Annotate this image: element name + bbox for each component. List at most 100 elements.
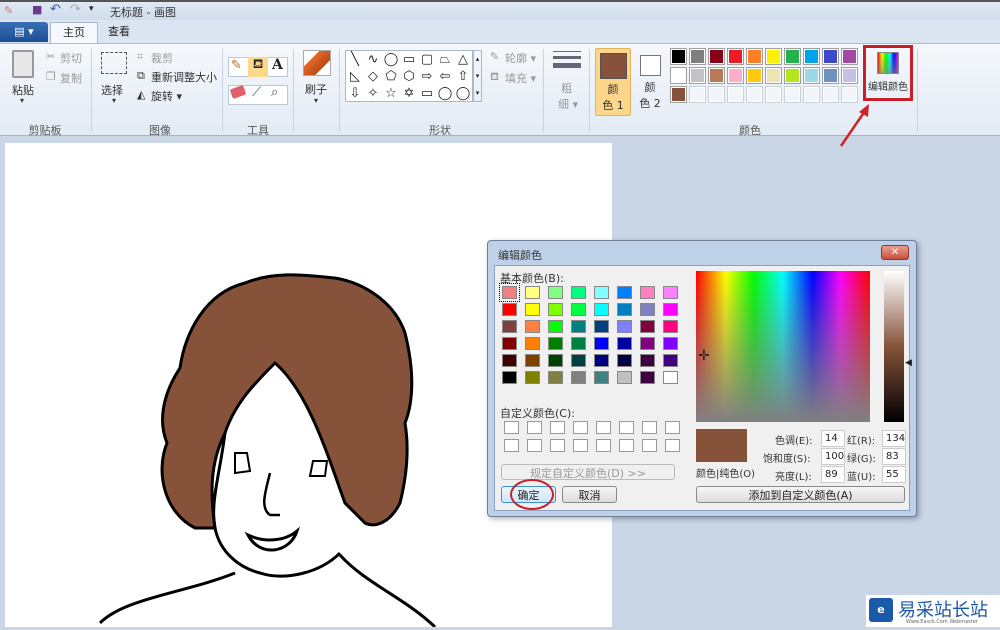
paste-dropdown-icon[interactable]: ▾: [20, 96, 24, 105]
shape-option[interactable]: ∿: [364, 51, 382, 68]
basic-color-swatch[interactable]: [663, 320, 678, 333]
custom-color-slot[interactable]: [619, 439, 634, 452]
custom-color-slot[interactable]: [642, 421, 657, 434]
palette-empty-slot[interactable]: [689, 86, 706, 103]
size-label[interactable]: 粗: [561, 80, 572, 96]
basic-color-swatch[interactable]: [663, 371, 678, 384]
custom-color-slot[interactable]: [596, 421, 611, 434]
shape-option[interactable]: ◇: [364, 68, 382, 85]
save-icon[interactable]: ■: [32, 3, 42, 16]
basic-color-swatch[interactable]: [640, 337, 655, 350]
tab-view[interactable]: 查看: [96, 22, 142, 43]
basic-color-swatch[interactable]: [502, 303, 517, 316]
palette-swatch[interactable]: [822, 48, 839, 65]
basic-color-swatch[interactable]: [571, 337, 586, 350]
basic-color-swatch[interactable]: [525, 371, 540, 384]
color-spectrum[interactable]: ✛: [696, 271, 870, 422]
basic-color-swatch[interactable]: [640, 303, 655, 316]
basic-color-swatch[interactable]: [617, 320, 632, 333]
palette-empty-slot[interactable]: [803, 86, 820, 103]
custom-color-slot[interactable]: [665, 439, 680, 452]
palette-swatch[interactable]: [765, 67, 782, 84]
palette-empty-slot[interactable]: [708, 86, 725, 103]
undo-icon[interactable]: ↶: [50, 2, 61, 17]
basic-color-swatch[interactable]: [594, 354, 609, 367]
shape-option[interactable]: △: [454, 51, 472, 68]
palette-empty-slot[interactable]: [765, 86, 782, 103]
shape-option[interactable]: ▢: [418, 51, 436, 68]
palette-swatch[interactable]: [803, 48, 820, 65]
close-button[interactable]: ✕: [881, 245, 909, 260]
palette-swatch[interactable]: [803, 67, 820, 84]
shape-option[interactable]: ✧: [364, 85, 382, 102]
tab-home[interactable]: 主页: [50, 22, 98, 43]
red-field[interactable]: 134: [882, 430, 906, 447]
basic-color-swatch[interactable]: [640, 371, 655, 384]
palette-swatch[interactable]: [708, 67, 725, 84]
luminance-pointer-icon[interactable]: ◀: [905, 358, 912, 368]
basic-color-swatch[interactable]: [617, 337, 632, 350]
palette-swatch[interactable]: [727, 67, 744, 84]
define-custom-colors-button[interactable]: 规定自定义颜色(D) >>: [501, 464, 675, 480]
basic-color-swatch[interactable]: [525, 303, 540, 316]
shape-option[interactable]: ⇦: [436, 68, 454, 85]
basic-color-swatch[interactable]: [594, 320, 609, 333]
basic-color-swatch[interactable]: [548, 286, 563, 299]
palette-empty-slot[interactable]: [727, 86, 744, 103]
basic-color-swatch[interactable]: [640, 354, 655, 367]
shape-option[interactable]: ✡: [400, 85, 418, 102]
blue-field[interactable]: 55: [882, 466, 906, 483]
file-menu-button[interactable]: ▤ ▾: [0, 22, 48, 42]
pencil-icon[interactable]: ✎: [231, 58, 242, 73]
basic-color-swatch[interactable]: [502, 354, 517, 367]
custom-color-slot[interactable]: [527, 421, 542, 434]
shape-option[interactable]: ◯: [436, 85, 454, 102]
palette-swatch[interactable]: [670, 86, 687, 103]
custom-color-slot[interactable]: [573, 439, 588, 452]
basic-color-swatch[interactable]: [525, 337, 540, 350]
shape-option[interactable]: ⬡: [400, 68, 418, 85]
basic-color-swatch[interactable]: [617, 303, 632, 316]
crop-button[interactable]: 裁剪: [151, 50, 173, 66]
cancel-button[interactable]: 取消: [562, 486, 617, 503]
shape-option[interactable]: ▭: [400, 51, 418, 68]
palette-swatch[interactable]: [765, 48, 782, 65]
basic-color-swatch[interactable]: [663, 337, 678, 350]
basic-color-swatch[interactable]: [502, 371, 517, 384]
basic-color-swatch[interactable]: [525, 354, 540, 367]
basic-color-swatch[interactable]: [594, 303, 609, 316]
basic-color-swatch[interactable]: [548, 320, 563, 333]
luminance-slider[interactable]: [884, 271, 904, 422]
shape-option[interactable]: ☆: [382, 85, 400, 102]
basic-color-swatch[interactable]: [548, 354, 563, 367]
basic-color-swatch[interactable]: [571, 371, 586, 384]
fill-button[interactable]: 填充 ▾: [505, 70, 536, 86]
palette-swatch[interactable]: [746, 67, 763, 84]
custom-color-slot[interactable]: [596, 439, 611, 452]
basic-color-swatch[interactable]: [663, 303, 678, 316]
basic-color-swatch[interactable]: [617, 371, 632, 384]
color1-button[interactable]: 颜 色 1: [595, 48, 631, 116]
shape-option[interactable]: ◯: [382, 51, 400, 68]
edit-colors-button[interactable]: 编辑颜色: [863, 45, 913, 101]
palette-swatch[interactable]: [708, 48, 725, 65]
copy-button[interactable]: 复制: [60, 70, 82, 86]
shapes-scroll[interactable]: ▴ ▾ ▾: [473, 50, 482, 102]
brushes-dropdown-icon[interactable]: ▾: [314, 96, 318, 105]
shape-option[interactable]: ◯: [454, 85, 472, 102]
text-tool-icon[interactable]: A: [272, 57, 283, 73]
basic-color-swatch[interactable]: [571, 354, 586, 367]
custom-color-slot[interactable]: [550, 439, 565, 452]
redo-icon[interactable]: ↷: [70, 2, 81, 17]
shape-option[interactable]: ⇧: [454, 68, 472, 85]
color2-button[interactable]: 颜 色 2: [635, 48, 665, 116]
custom-color-slot[interactable]: [504, 421, 519, 434]
custom-color-slot[interactable]: [573, 421, 588, 434]
shape-option[interactable]: ▭: [418, 85, 436, 102]
fill-bucket-icon[interactable]: ⛾: [248, 57, 268, 77]
palette-swatch[interactable]: [689, 48, 706, 65]
custom-color-slot[interactable]: [527, 439, 542, 452]
quick-access-dropdown-icon[interactable]: ▾: [89, 4, 94, 14]
basic-color-swatch[interactable]: [617, 354, 632, 367]
sat-field[interactable]: 100: [821, 448, 845, 465]
